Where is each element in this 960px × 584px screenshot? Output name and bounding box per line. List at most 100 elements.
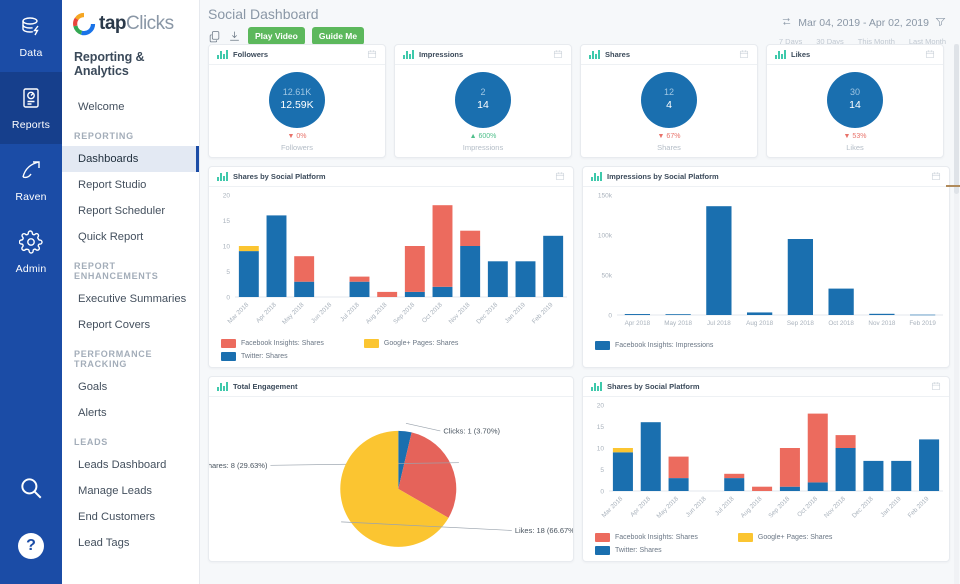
card-title: Impressions <box>419 50 463 59</box>
chart-plot-area: 050k100k150kApr 2018May 2018Jul 2018Aug … <box>583 187 949 339</box>
sidebar-item-dashboards[interactable]: Dashboards <box>62 146 199 172</box>
legend-label: Google+ Pages: Shares <box>758 534 833 541</box>
legend-swatch <box>738 533 753 542</box>
sidebar-heading: Reporting & Analytics <box>62 40 199 94</box>
rail-item-data[interactable]: Data <box>0 0 62 72</box>
sidebar-item-leads-dashboard[interactable]: Leads Dashboard <box>62 452 199 478</box>
chart-card-shares-bottom[interactable]: Shares by Social Platform 05101520Mar 20… <box>582 376 950 562</box>
bar-chart: 050k100k150kApr 2018May 2018Jul 2018Aug … <box>583 187 949 339</box>
svg-text:Sep 2018: Sep 2018 <box>392 301 416 325</box>
sidebar-item-report-studio[interactable]: Report Studio <box>62 172 199 198</box>
svg-text:Dec 2018: Dec 2018 <box>475 301 499 325</box>
card-header: Shares by Social Platform <box>583 377 949 397</box>
svg-text:15: 15 <box>597 424 605 431</box>
sidebar-item-alerts[interactable]: Alerts <box>62 400 199 426</box>
svg-text:Jul 2018: Jul 2018 <box>339 301 361 323</box>
calendar-icon[interactable] <box>925 46 935 64</box>
date-range-text[interactable]: Mar 04, 2019 - Apr 02, 2019 <box>798 17 929 29</box>
calendar-icon[interactable] <box>555 168 565 186</box>
legend-item[interactable]: Facebook Insights: Impressions <box>595 341 713 350</box>
svg-text:Apr 2018: Apr 2018 <box>625 320 651 327</box>
calendar-icon[interactable] <box>931 168 941 186</box>
stacked-bar-chart: 05101520Mar 2018Apr 2018May 2018Jun 2018… <box>209 187 573 337</box>
card-title: Total Engagement <box>233 382 297 391</box>
chart-plot-area: 05101520Mar 2018Apr 2018May 2018Jun 2018… <box>583 397 949 531</box>
sidebar-item-report-covers[interactable]: Report Covers <box>62 312 199 338</box>
bar-chart-icon <box>775 50 786 59</box>
card-header: Followers <box>209 45 385 65</box>
swap-icon[interactable] <box>781 14 792 32</box>
svg-text:Aug 2018: Aug 2018 <box>365 301 389 325</box>
svg-text:Oct 2018: Oct 2018 <box>828 320 854 327</box>
sidebar-item-goals[interactable]: Goals <box>62 374 199 400</box>
kpi-delta: ▲ 600% <box>470 133 497 140</box>
calendar-icon[interactable] <box>739 46 749 64</box>
kpi-bubble: 12 4 <box>641 72 697 128</box>
sidebar-item-lead-tags[interactable]: Lead Tags <box>62 530 199 556</box>
svg-text:Clicks: 1 (3.70%): Clicks: 1 (3.70%) <box>443 426 500 435</box>
svg-text:Oct 2018: Oct 2018 <box>421 301 444 324</box>
calendar-icon[interactable] <box>931 378 941 396</box>
rail-help-button[interactable]: ? <box>0 518 62 574</box>
kpi-bubble: 12.61K 12.59K <box>269 72 325 128</box>
play-video-button[interactable]: Play Video <box>248 27 305 45</box>
card-header-left: Likes <box>775 50 810 59</box>
kpi-card-impressions[interactable]: Impressions 2 14 ▲ 600% Impressions <box>394 44 572 158</box>
kpi-current-value: 4 <box>666 98 672 112</box>
legend-item[interactable]: Google+ Pages: Shares <box>364 339 459 348</box>
sidebar-item-quick-report[interactable]: Quick Report <box>62 224 199 250</box>
kpi-delta: ▼ 53% <box>844 133 867 140</box>
sidebar-item-welcome[interactable]: Welcome <box>62 94 199 120</box>
sidebar-group-report-enhancements: REPORT ENHANCEMENTS <box>62 250 199 286</box>
bar-chart-icon <box>403 50 414 59</box>
vertical-scrollbar[interactable] <box>954 44 959 584</box>
svg-text:0: 0 <box>226 295 230 302</box>
bar-chart-icon <box>217 172 228 181</box>
kpi-card-followers[interactable]: Followers 12.61K 12.59K ▼ 0% Followers <box>208 44 386 158</box>
chart-card-total-engagement[interactable]: Total Engagement Clicks: 1 (3.70%)Shares… <box>208 376 574 562</box>
rail-item-admin[interactable]: Admin <box>0 216 62 288</box>
svg-text:Sep 2018: Sep 2018 <box>787 320 814 327</box>
sidebar-item-manage-leads[interactable]: Manage Leads <box>62 478 199 504</box>
card-title: Impressions by Social Platform <box>607 172 719 181</box>
rail-search-button[interactable] <box>0 462 62 518</box>
legend-item[interactable]: Twitter: Shares <box>221 352 288 361</box>
chart-row-2: Total Engagement Clicks: 1 (3.70%)Shares… <box>208 376 950 562</box>
kpi-card-shares[interactable]: Shares 12 4 ▼ 67% Shares <box>580 44 758 158</box>
legend-item[interactable]: Facebook Insights: Shares <box>595 533 698 542</box>
brand-logo-block[interactable]: tapClicks <box>62 0 199 40</box>
svg-text:20: 20 <box>223 193 231 200</box>
rail-item-raven[interactable]: Raven <box>0 144 62 216</box>
tapclicks-logo-icon <box>72 12 96 36</box>
calendar-icon[interactable] <box>367 46 377 64</box>
svg-text:5: 5 <box>600 467 604 474</box>
calendar-icon[interactable] <box>553 46 563 64</box>
title-actions: Play Video Guide Me <box>208 27 364 45</box>
svg-text:Mar 2018: Mar 2018 <box>601 495 625 519</box>
legend-item[interactable]: Facebook Insights: Shares <box>221 339 324 348</box>
copy-icon[interactable] <box>208 30 221 43</box>
trend-icon <box>19 158 43 187</box>
legend-item[interactable]: Twitter: Shares <box>595 546 662 555</box>
guide-me-button[interactable]: Guide Me <box>312 27 364 45</box>
kpi-previous-value: 30 <box>850 86 860 98</box>
filter-icon[interactable] <box>935 14 946 32</box>
panel-resize-handle[interactable] <box>946 185 960 187</box>
rail-item-reports[interactable]: Reports <box>0 72 62 144</box>
rail-item-label: Admin <box>16 263 47 275</box>
pie-chart: Clicks: 1 (3.70%)Shares: 8 (29.63%)Likes… <box>209 397 573 561</box>
scrollbar-thumb[interactable] <box>954 44 959 194</box>
download-icon[interactable] <box>228 30 241 43</box>
kpi-card-likes[interactable]: Likes 30 14 ▼ 53% Likes <box>766 44 944 158</box>
chart-card-impressions[interactable]: Impressions by Social Platform 050k100k1… <box>582 166 950 368</box>
chart-plot-area: Clicks: 1 (3.70%)Shares: 8 (29.63%)Likes… <box>209 397 573 561</box>
date-range-row[interactable]: Mar 04, 2019 - Apr 02, 2019 <box>779 14 946 32</box>
legend-item[interactable]: Google+ Pages: Shares <box>738 533 833 542</box>
sidebar-item-end-customers[interactable]: End Customers <box>62 504 199 530</box>
sidebar-item-executive-summaries[interactable]: Executive Summaries <box>62 286 199 312</box>
bar-chart-icon <box>591 382 602 391</box>
sidebar-item-report-scheduler[interactable]: Report Scheduler <box>62 198 199 224</box>
svg-text:Jan 2019: Jan 2019 <box>504 301 528 325</box>
gear-icon <box>19 230 43 259</box>
chart-card-shares-top[interactable]: Shares by Social Platform 05101520Mar 20… <box>208 166 574 368</box>
